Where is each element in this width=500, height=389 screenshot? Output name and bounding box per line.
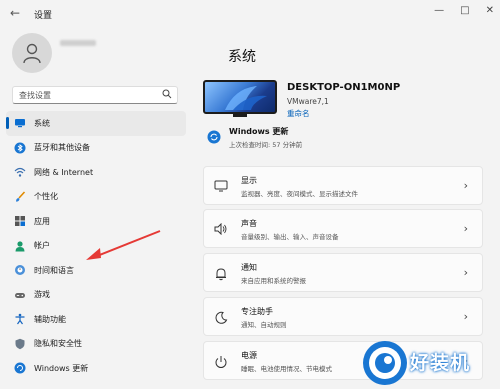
- page-title: 系统: [228, 49, 256, 65]
- sidebar-item-accessibility[interactable]: 辅助功能: [6, 307, 186, 332]
- card-subtitle: 来自应用和系统的警报: [241, 277, 306, 285]
- card-title: 声音: [241, 219, 257, 228]
- monitor-stand: [233, 114, 247, 117]
- person-icon: [23, 43, 41, 64]
- window-controls: — □ ✕: [434, 5, 494, 16]
- sidebar-item-label: 应用: [34, 216, 50, 226]
- sidebar-item-label: 隐私和安全性: [34, 339, 82, 349]
- search-placeholder: 查找设置: [19, 91, 51, 100]
- sidebar-item-label: 蓝牙和其他设备: [34, 143, 90, 153]
- app-title: 设置: [34, 11, 53, 21]
- sidebar-item-accounts[interactable]: 帐户: [6, 234, 186, 259]
- chevron-right-icon: ›: [463, 266, 468, 279]
- windows-update-status[interactable]: Windows 更新 上次检查时间: 57 分钟前: [203, 122, 483, 154]
- card-title: 专注助手: [241, 307, 273, 316]
- close-button[interactable]: ✕: [486, 5, 494, 16]
- sidebar-item-label: 辅助功能: [34, 314, 66, 324]
- sidebar-item-label: 系统: [34, 118, 50, 128]
- device-name: DESKTOP-ON1M0NP: [287, 82, 401, 93]
- sidebar-item-windows-update[interactable]: Windows 更新: [6, 356, 186, 381]
- sidebar-item-label: 个性化: [34, 192, 58, 202]
- sync-icon: [207, 130, 221, 144]
- chevron-right-icon: ›: [463, 179, 468, 192]
- shield-icon: [14, 338, 26, 350]
- display-icon: [214, 180, 228, 192]
- card-subtitle: 监视器、亮度、夜间模式、显示描述文件: [241, 190, 358, 198]
- display-card[interactable]: 显示 监视器、亮度、夜间模式、显示描述文件 ›: [203, 166, 483, 205]
- bell-icon: [216, 268, 226, 281]
- watermark-badge-icon: [363, 341, 407, 385]
- watermark-text: 好装机: [410, 352, 471, 374]
- update-icon: [14, 362, 26, 374]
- wifi-icon: [14, 166, 26, 178]
- brush-icon: [14, 191, 26, 203]
- windows-bloom-icon: [225, 86, 267, 110]
- search-icon: [162, 89, 172, 99]
- card-title: 显示: [241, 176, 257, 185]
- card-subtitle: 睡眠、电池使用情况、节电模式: [241, 365, 332, 373]
- card-subtitle: 通知、自动规则: [241, 321, 287, 329]
- watermark-logo: 好装机: [358, 338, 500, 389]
- maximize-button[interactable]: □: [460, 5, 469, 16]
- device-model: VMware7,1: [287, 97, 329, 106]
- gamepad-icon: [14, 289, 26, 301]
- minimize-button[interactable]: —: [434, 5, 444, 16]
- sidebar-item-apps[interactable]: 应用: [6, 209, 186, 234]
- power-icon: [215, 356, 227, 368]
- sidebar-nav: 系统 蓝牙和其他设备 网络 & Internet 个性化 应用 帐户 时间和语言…: [6, 111, 186, 381]
- person-icon: [14, 240, 26, 252]
- card-subtitle: 音量级别、输出、输入、声音设备: [241, 233, 339, 241]
- sidebar-item-label: 时间和语言: [34, 265, 74, 275]
- user-name-blurred: [60, 40, 96, 46]
- rename-link[interactable]: 重命名: [287, 108, 310, 119]
- update-subtitle: 上次检查时间: 57 分钟前: [229, 141, 303, 149]
- device-wallpaper-thumbnail: [203, 80, 277, 114]
- chevron-right-icon: ›: [463, 222, 468, 235]
- monitor-icon: [14, 117, 26, 129]
- avatar[interactable]: [12, 33, 52, 73]
- sidebar-item-label: 游戏: [34, 290, 50, 300]
- chevron-right-icon: ›: [463, 310, 468, 323]
- sidebar-item-network[interactable]: 网络 & Internet: [6, 160, 186, 185]
- speaker-icon: [214, 223, 227, 235]
- sidebar-item-privacy[interactable]: 隐私和安全性: [6, 332, 186, 357]
- sidebar-item-label: 帐户: [34, 241, 50, 251]
- back-arrow-icon[interactable]: ←: [10, 6, 20, 20]
- apps-icon: [14, 215, 26, 227]
- globe-clock-icon: [14, 264, 26, 276]
- sidebar-item-gaming[interactable]: 游戏: [6, 283, 186, 308]
- bluetooth-icon: [14, 142, 26, 154]
- notifications-card[interactable]: 通知 来自应用和系统的警报 ›: [203, 253, 483, 292]
- sidebar-item-personalization[interactable]: 个性化: [6, 185, 186, 210]
- sidebar-item-system[interactable]: 系统: [6, 111, 186, 136]
- update-title: Windows 更新: [229, 127, 289, 136]
- sidebar-item-label: Windows 更新: [34, 363, 89, 373]
- card-title: 电源: [241, 351, 257, 360]
- sound-card[interactable]: 声音 音量级别、输出、输入、声音设备 ›: [203, 209, 483, 248]
- moon-icon: [215, 311, 228, 324]
- sidebar-item-time-language[interactable]: 时间和语言: [6, 258, 186, 283]
- sidebar-item-bluetooth[interactable]: 蓝牙和其他设备: [6, 136, 186, 161]
- card-title: 通知: [241, 263, 257, 272]
- accessibility-icon: [14, 313, 26, 325]
- title-bar: ← 设置: [0, 0, 500, 28]
- sidebar-item-label: 网络 & Internet: [34, 167, 94, 177]
- focus-assist-card[interactable]: 专注助手 通知、自动规则 ›: [203, 297, 483, 336]
- search-input[interactable]: 查找设置: [12, 86, 178, 104]
